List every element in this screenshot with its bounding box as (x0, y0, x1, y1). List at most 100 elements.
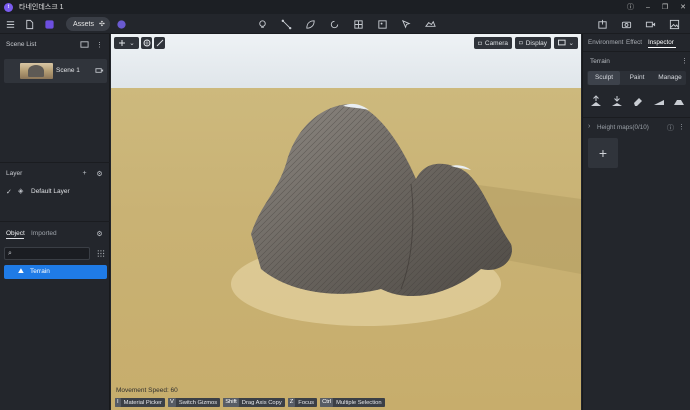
scene-item[interactable]: Scene 1 (4, 59, 107, 83)
scene-thumbnail (20, 63, 53, 79)
scene-name: Scene 1 (56, 67, 80, 74)
search-icon: ⌕ (8, 250, 12, 257)
flatten-tool-icon[interactable] (673, 95, 685, 107)
terrain-label: Terrain (30, 268, 50, 275)
hint-focus: Z Focus (287, 398, 318, 407)
menu-icon[interactable] (4, 17, 16, 31)
gallery-icon[interactable] (668, 17, 680, 31)
minimize-button[interactable]: – (646, 4, 650, 11)
settings-icon[interactable]: ⚙ (95, 229, 104, 238)
info-icon[interactable]: ⓘ (667, 123, 674, 133)
tab-underline (6, 238, 24, 239)
left-panel: Scene List ⋮ Scene 1 Layer + ⚙ ✓ ◈ Defau… (0, 34, 110, 410)
info-icon[interactable]: ⓘ (627, 2, 634, 12)
camera-label: Camera (484, 39, 508, 47)
raise-tool-icon[interactable] (590, 95, 602, 107)
viewport-3d[interactable]: ⌄ Camera Display ⌄ Movement Speed: 60 IM… (111, 34, 581, 410)
terrain-icon: ⛰ (18, 268, 24, 275)
app-window: t 타네인데스크 1 ⓘ – ❐ ✕ Assets ✣ Scene List ⋮… (0, 0, 690, 410)
search-input[interactable]: ⌕ (4, 247, 90, 260)
snap-icon[interactable] (154, 37, 165, 49)
maximize-button[interactable]: ❐ (662, 3, 668, 11)
refresh-icon[interactable] (328, 17, 340, 31)
tab-underline (648, 47, 676, 48)
segment-sculpt[interactable]: Sculpt (588, 71, 620, 85)
object-item-terrain[interactable]: ⛰ Terrain (4, 265, 107, 279)
monitor-icon (558, 39, 566, 46)
eraser-tool-icon[interactable] (632, 95, 644, 107)
hint-material-picker: I Material Picker (115, 398, 165, 407)
hint-drag-axis-copy: Shift Drag Axis Copy (223, 398, 285, 407)
chevron-right-icon[interactable]: › (588, 123, 590, 130)
video-icon[interactable] (644, 17, 656, 31)
title-bar: t 타네인데스크 1 ⓘ – ❐ ✕ (0, 0, 690, 14)
inspector-panel: Environment Effect Inspector Terrain ⋮ S… (582, 34, 690, 410)
display-label: Display (525, 39, 547, 47)
window-title: 타네인데스크 1 (19, 4, 64, 11)
app-logo-icon: t (4, 2, 13, 12)
divider (583, 51, 690, 52)
layer-icon: ◈ (18, 188, 24, 195)
plugin-icon[interactable] (43, 17, 55, 31)
chevron-down-icon: ⌄ (568, 40, 574, 47)
divider (0, 162, 110, 163)
divider (583, 117, 690, 118)
movement-speed: Movement Speed: 60 (116, 387, 178, 394)
settings-icon[interactable]: ⚙ (95, 169, 104, 178)
hint-multiple-selection: Ctrl Multiple Selection (320, 398, 385, 407)
tab-environment[interactable]: Environment (588, 39, 623, 46)
scene-add-icon[interactable] (80, 40, 89, 49)
tab-object[interactable]: Object (6, 230, 25, 237)
height-maps-label: Height maps(0/10) (597, 124, 649, 131)
divider (0, 221, 110, 222)
layer-item-default[interactable]: Default Layer (31, 188, 70, 195)
globe-icon[interactable] (141, 37, 152, 49)
camera-icon[interactable] (620, 17, 632, 31)
light-bulb-icon[interactable] (256, 17, 268, 31)
pen-tool-icon[interactable] (400, 17, 412, 31)
new-file-icon[interactable] (23, 17, 35, 31)
segment-manage[interactable]: Manage (654, 71, 686, 85)
camera-button[interactable]: Camera (474, 37, 512, 49)
terrain-mountain (231, 103, 581, 326)
transform-dropdown[interactable]: ⌄ (114, 37, 139, 49)
export-icon[interactable] (596, 17, 608, 31)
leaf-icon[interactable] (304, 17, 316, 31)
segment-paint[interactable]: Paint (621, 71, 653, 85)
camera-icon[interactable] (95, 66, 104, 75)
add-layer-icon[interactable]: + (80, 169, 89, 178)
window-controls: ⓘ – ❐ ✕ (627, 0, 686, 14)
close-button[interactable]: ✕ (680, 3, 686, 11)
screen-dropdown[interactable]: ⌄ (554, 37, 578, 49)
plus-icon: + (598, 145, 608, 161)
tab-effect[interactable]: Effect (626, 39, 642, 46)
hint-switch-gizmos: V Switch Gizmos (167, 398, 221, 407)
camera-icon (478, 41, 482, 45)
path-icon[interactable] (280, 17, 292, 31)
display-button[interactable]: Display (515, 37, 551, 49)
image-icon[interactable] (376, 17, 388, 31)
scene-list-title: Scene List (6, 41, 37, 48)
more-icon[interactable]: ⋮ (95, 40, 104, 49)
chevron-down-icon: ⌄ (129, 40, 135, 47)
smooth-tool-icon[interactable] (653, 95, 665, 107)
assets-label: Assets (73, 20, 95, 28)
lower-tool-icon[interactable] (611, 95, 623, 107)
check-icon[interactable]: ✓ (6, 188, 12, 196)
main-toolbar: Assets ✣ (0, 14, 690, 34)
section-title-terrain: Terrain (590, 58, 610, 65)
sphere-icon[interactable] (115, 17, 127, 31)
shortcut-hints: I Material Picker V Switch Gizmos Shift Dra… (115, 398, 385, 407)
assets-button[interactable]: Assets ✣ (66, 17, 110, 31)
more-icon[interactable]: ⋮ (681, 57, 688, 65)
more-icon[interactable]: ⋮ (678, 123, 685, 131)
grid-icon[interactable] (352, 17, 364, 31)
layer-title: Layer (6, 170, 23, 177)
grid-view-icon[interactable] (96, 249, 105, 258)
display-icon (519, 41, 523, 45)
tab-inspector[interactable]: Inspector (648, 39, 674, 46)
terrain-icon[interactable] (424, 17, 436, 31)
dropdown-icon: ✣ (99, 21, 105, 28)
add-height-map-button[interactable]: + (588, 138, 618, 168)
tab-imported[interactable]: Imported (31, 230, 57, 237)
